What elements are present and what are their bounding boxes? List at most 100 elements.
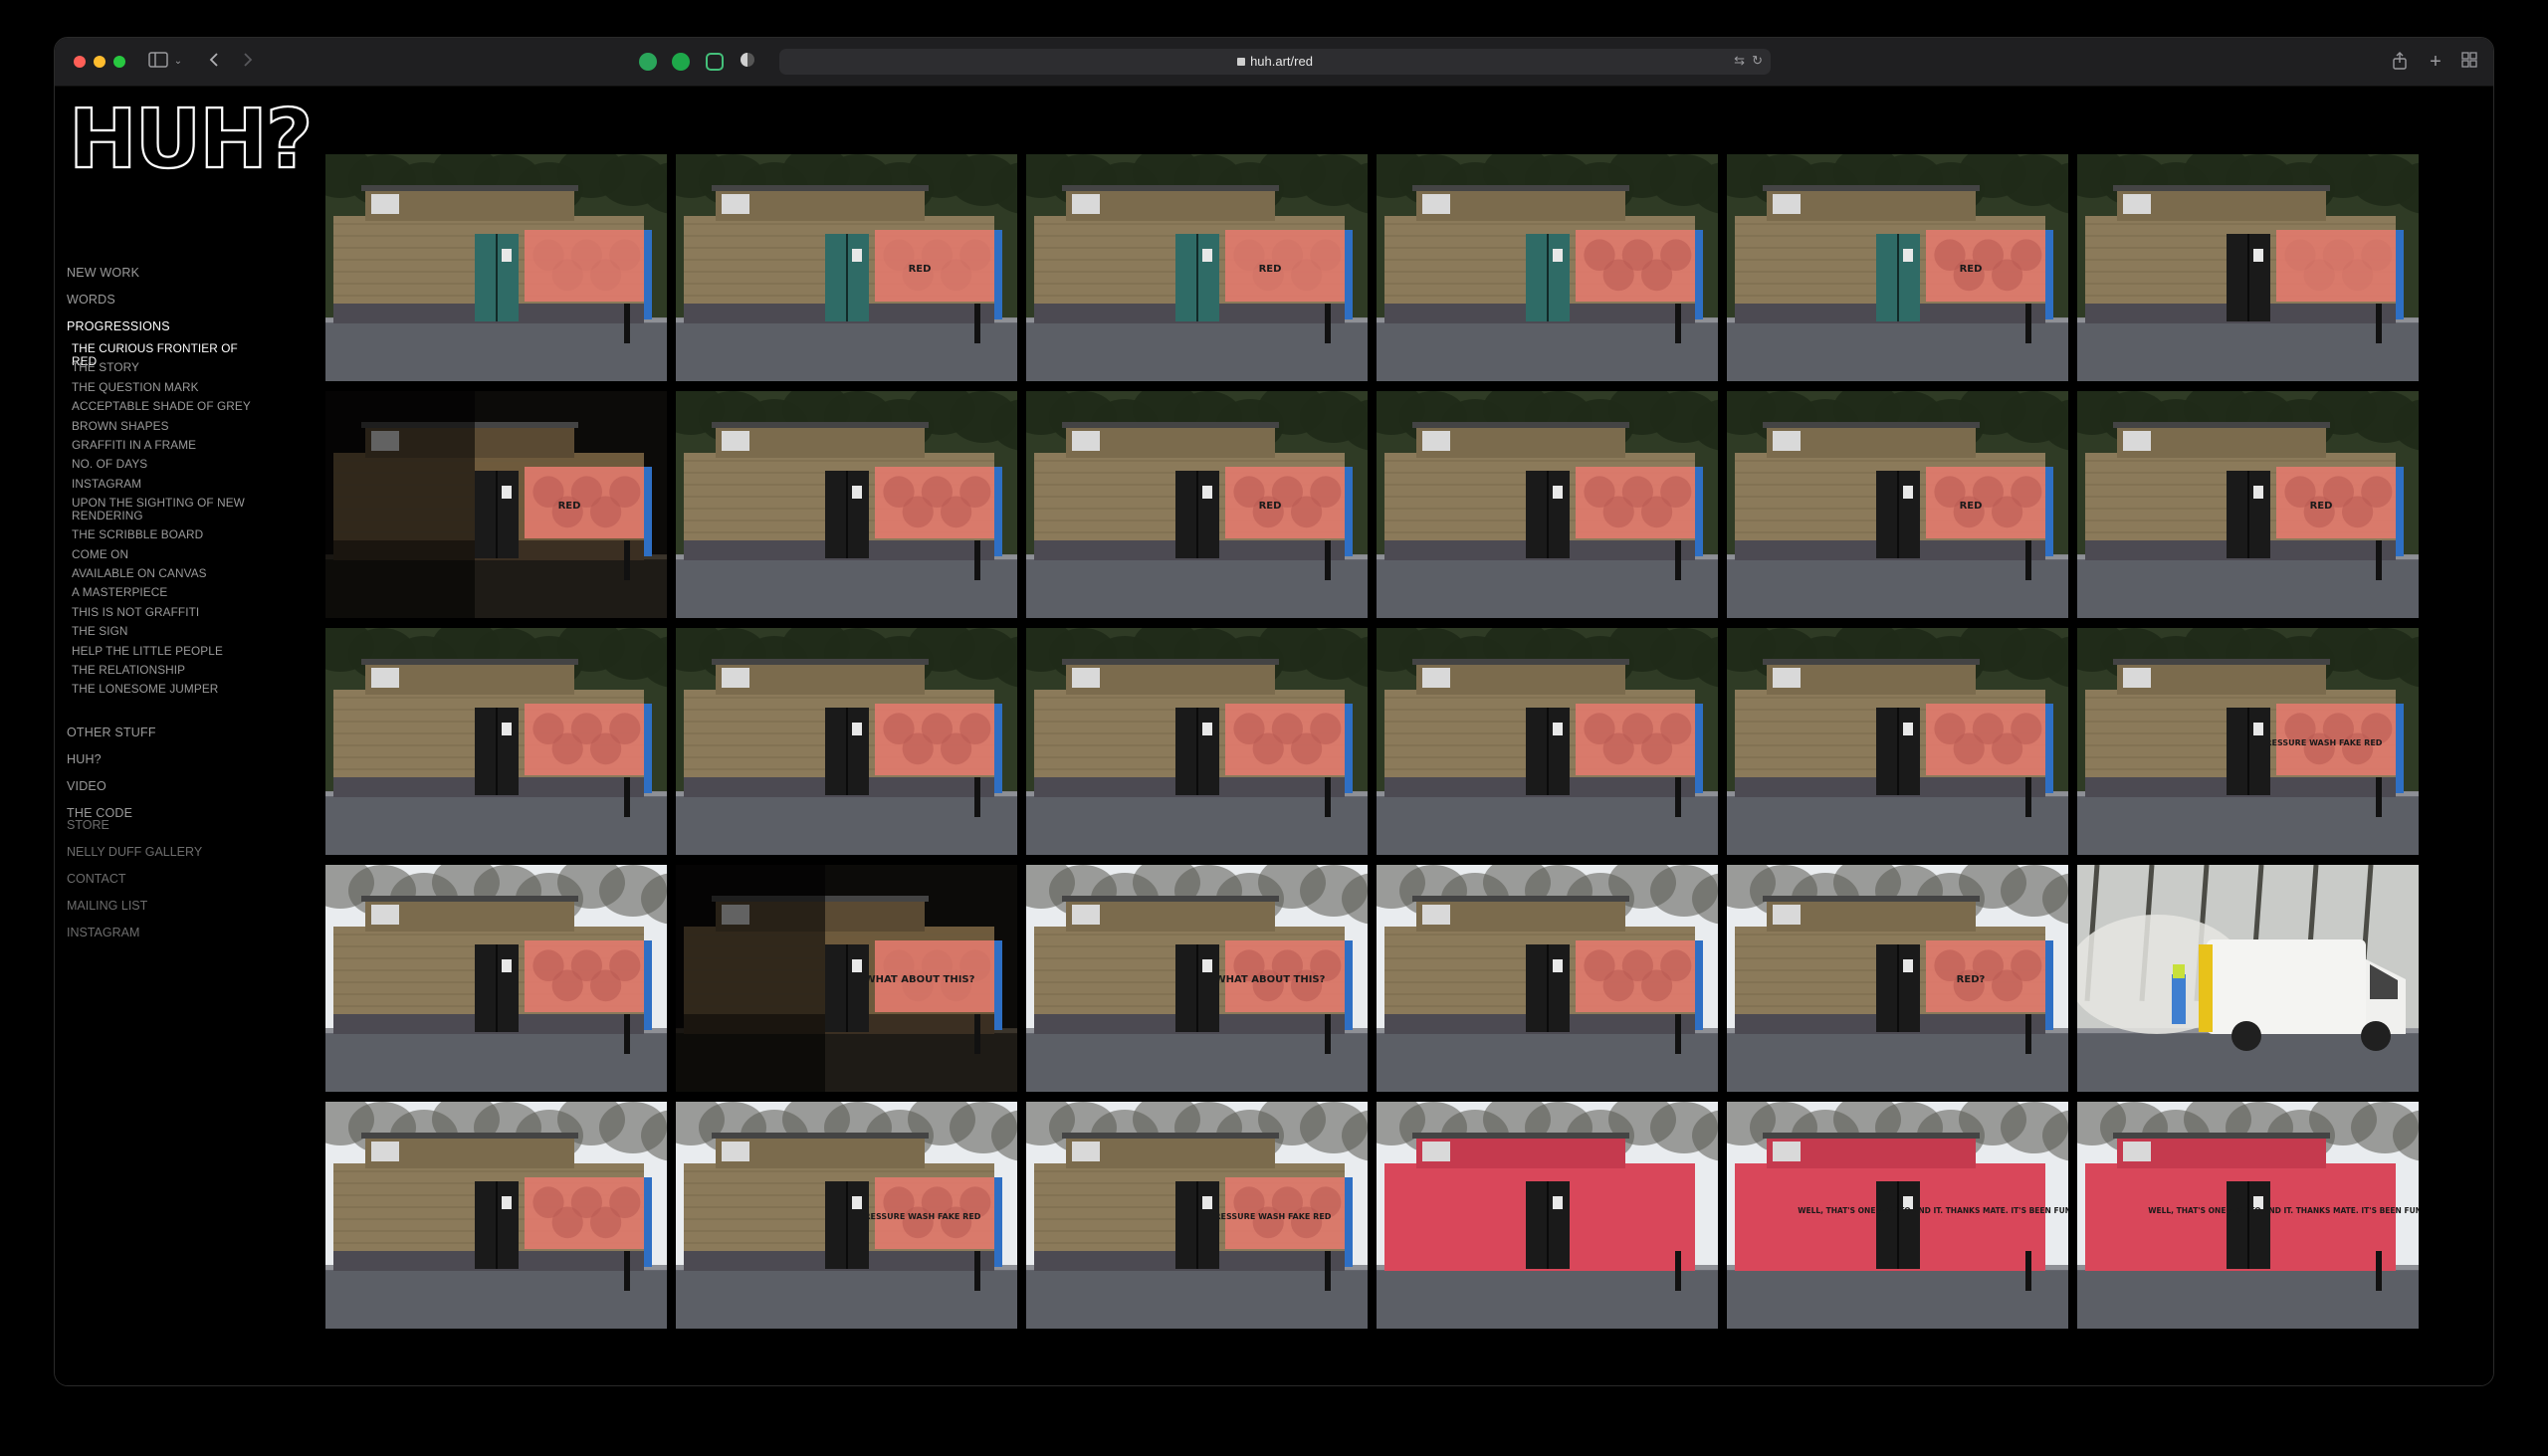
gallery-photo[interactable]: WHAT ABOUT THIS? [1026,865,1368,1092]
url-text: huh.art/red [1250,54,1313,69]
painted-patch [1576,940,1695,1012]
forward-arrow-icon[interactable] [240,52,256,72]
nav-item-huh[interactable]: HUH? [67,752,102,766]
gallery-photo[interactable] [1377,391,1718,618]
painted-patch [1225,467,1345,538]
wall-text: PRESSURE WASH FAKE RED [2260,738,2383,747]
gallery-photo[interactable] [1727,628,2068,855]
subnav-item-available-on-canvas[interactable]: AVAILABLE ON CANVAS [72,567,261,580]
subnav-item-the-story[interactable]: THE STORY [72,361,261,374]
photo-illustration [676,628,1017,855]
subnav-item-upon-the-sighting-of-new-rendering[interactable]: UPON THE SIGHTING OF NEW RENDERING [72,497,261,522]
wall-text: WELL, THAT'S ONE WAY TO END IT. THANKS M… [2148,1206,2419,1215]
extension-1password-icon[interactable] [639,53,657,71]
gallery-photo[interactable] [325,1102,667,1329]
page-content: HUH? NEW WORK WORDS PROGRESSIONS THE CURIOU… [55,87,2493,1385]
subnav-item-the-sign[interactable]: THE SIGN [72,625,261,638]
nav-item-other-stuff[interactable]: OTHER STUFF [67,726,156,739]
subnav-item-instagram[interactable]: INSTAGRAM [72,477,261,491]
gallery-photo[interactable] [325,865,667,1092]
gallery-photo[interactable] [1377,1102,1718,1329]
photo-illustration: RED [1026,391,1368,618]
gallery-photo[interactable] [1377,628,1718,855]
gallery-photo[interactable]: WHAT ABOUT THIS? [676,865,1017,1092]
painted-patch [1576,704,1695,775]
new-tab-plus-icon[interactable]: + [2426,52,2445,72]
external-link-mailing-list[interactable]: MAILING LIST [67,899,147,913]
gallery-photo[interactable]: RED [2077,391,2419,618]
translate-icon[interactable]: ⇆ [1734,53,1745,69]
gallery-photo[interactable] [676,391,1017,618]
subnav-item-brown-shapes[interactable]: BROWN SHAPES [72,419,261,433]
subnav-item-the-scribble-board[interactable]: THE SCRIBBLE BOARD [72,528,261,541]
gallery-photo[interactable]: RED [1727,154,2068,381]
photo-illustration: PRESSURE WASH FAKE RED [1026,1102,1368,1329]
nav-item-words[interactable]: WORDS [67,293,115,307]
subnav-item-the-lonesome-jumper[interactable]: THE LONESOME JUMPER [72,683,261,696]
gallery-photo[interactable] [325,154,667,381]
gallery-photo[interactable] [676,628,1017,855]
sidebar-toggle-icon[interactable] [146,52,170,72]
gallery-photo[interactable] [2077,154,2419,381]
subnav-item-graffiti-in-a-frame[interactable]: GRAFFITI IN A FRAME [72,439,261,452]
subnav-item-a-masterpiece[interactable]: A MASTERPIECE [72,586,261,599]
tab-overview-icon[interactable] [2459,52,2479,72]
subnav-item-acceptable-shade-of-grey[interactable]: ACCEPTABLE SHADE OF GREY [72,400,261,413]
close-window-button[interactable] [74,56,86,68]
gallery-photo[interactable]: PRESSURE WASH FAKE RED [1026,1102,1368,1329]
wall-text: WHAT ABOUT THIS? [865,974,975,985]
extension-evernote-icon[interactable] [672,53,690,71]
external-link-contact[interactable]: CONTACT [67,872,126,886]
photo-illustration: PRESSURE WASH FAKE RED [2077,628,2419,855]
photo-illustration [1377,628,1718,855]
subnav-item-no-of-days[interactable]: NO. OF DAYS [72,458,261,471]
gallery-photo[interactable] [325,628,667,855]
gallery-photo[interactable]: RED [1026,154,1368,381]
reload-icon[interactable]: ↻ [1752,53,1763,69]
gallery-photo[interactable]: WELL, THAT'S ONE WAY TO END IT. THANKS M… [2077,1102,2419,1329]
gallery-photo[interactable]: PRESSURE WASH FAKE RED [676,1102,1017,1329]
chevron-down-icon[interactable]: ⌄ [172,52,184,72]
subnav-item-help-the-little-people[interactable]: HELP THE LITTLE PEOPLE [72,644,261,658]
gallery-photo[interactable] [1377,865,1718,1092]
gallery-photo[interactable]: RED [1026,391,1368,618]
subnav-item-this-is-not-graffiti[interactable]: THIS IS NOT GRAFFITI [72,605,261,619]
nav-item-new-work[interactable]: NEW WORK [67,266,139,280]
photo-illustration: WHAT ABOUT THIS? [1026,865,1368,1092]
external-link-instagram[interactable]: INSTAGRAM [67,926,139,939]
gallery-photo[interactable]: RED [1727,391,2068,618]
painted-patch [1926,230,2045,302]
photo-illustration: RED [1026,154,1368,381]
gallery-photo[interactable]: RED? [1727,865,2068,1092]
subnav-item-the-relationship[interactable]: THE RELATIONSHIP [72,664,261,677]
gallery-photo[interactable]: RED [325,391,667,618]
logo-text: HUH? [69,100,310,179]
zoom-window-button[interactable] [113,56,125,68]
gallery-photo[interactable] [2077,865,2419,1092]
lock-icon [1237,58,1246,66]
extension-pocket-icon[interactable] [706,53,724,71]
gallery-photo[interactable]: WELL, THAT'S ONE WAY TO END IT. THANKS M… [1727,1102,2068,1329]
share-icon[interactable] [2390,52,2410,72]
minimize-window-button[interactable] [94,56,106,68]
external-link-store[interactable]: STORE [67,818,109,832]
nav-item-video[interactable]: VIDEO [67,779,106,793]
photo-illustration: RED [2077,391,2419,618]
gallery-photo[interactable] [1377,154,1718,381]
photo-illustration [325,628,667,855]
gallery-photo[interactable]: RED [676,154,1017,381]
nav-item-progressions[interactable]: PROGRESSIONS [67,319,170,333]
photo-illustration: RED [325,391,667,618]
gallery-photo[interactable]: PRESSURE WASH FAKE RED [2077,628,2419,855]
subnav-item-come-on[interactable]: COME ON [72,547,261,561]
external-link-nelly-duff-gallery[interactable]: NELLY DUFF GALLERY [67,845,202,859]
extension-shield-icon[interactable] [741,53,754,67]
wall-text: PRESSURE WASH FAKE RED [859,1212,981,1221]
wall-text: RED [1960,501,1983,512]
huh-logo[interactable]: HUH? [67,92,315,188]
subnav-item-the-question-mark[interactable]: THE QUESTION MARK [72,380,261,394]
wall-text: RED [1259,501,1282,512]
gallery-photo[interactable] [1026,628,1368,855]
back-arrow-icon[interactable] [206,52,222,72]
address-bar[interactable]: huh.art/red ⇆ ↻ [779,49,1771,75]
